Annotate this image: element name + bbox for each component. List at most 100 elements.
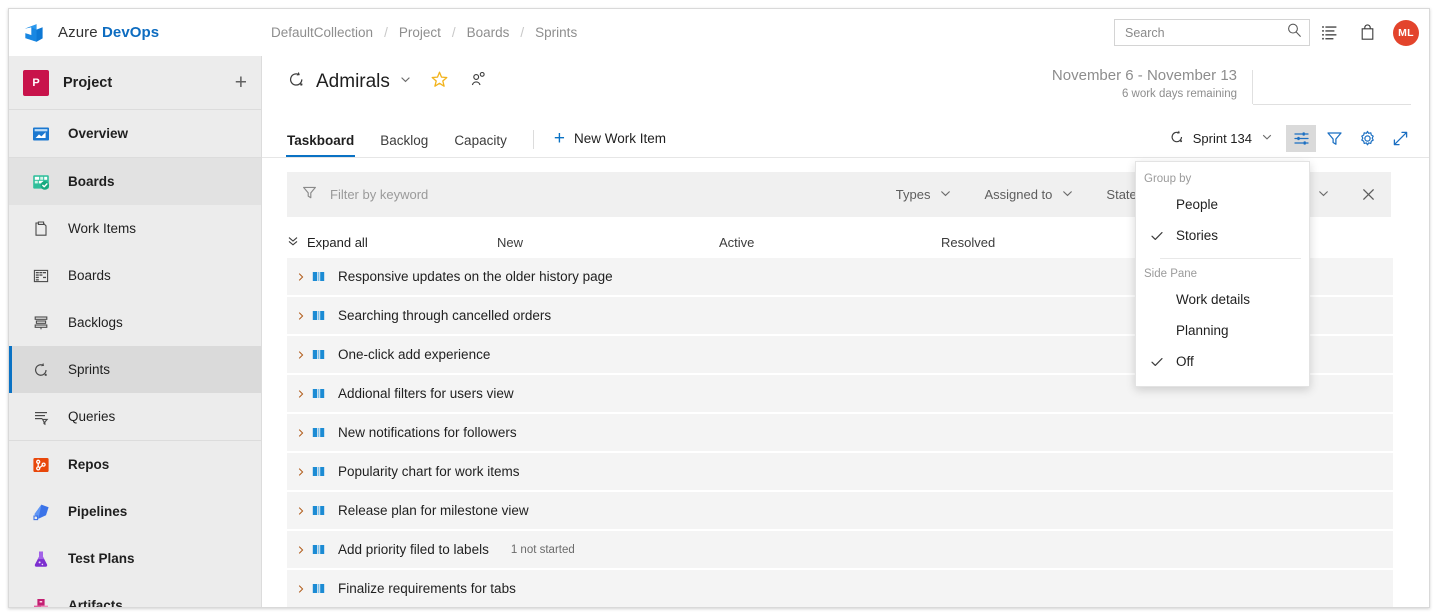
team-members-icon[interactable]	[469, 70, 488, 94]
menu-section-title: Side Pane	[1136, 265, 1309, 284]
expand-all-button[interactable]: Expand all	[287, 235, 497, 250]
sidebar-item-boards[interactable]: Boards	[9, 252, 261, 299]
tab-backlog[interactable]: Backlog	[380, 133, 428, 157]
table-row[interactable]: New notifications for followers	[287, 414, 1393, 451]
row-title: Finalize requirements for tabs	[338, 581, 516, 596]
chevron-right-icon[interactable]	[293, 545, 309, 555]
filter-dropdown-state[interactable]: State	[1106, 187, 1136, 202]
repos-icon	[30, 454, 52, 476]
chevron-down-icon	[939, 187, 952, 203]
table-row[interactable]: Finalize requirements for tabs	[287, 570, 1393, 607]
sidebar-item-repos[interactable]: Repos	[9, 441, 261, 488]
menu-item-label: Stories	[1176, 228, 1218, 243]
breadcrumb-item-collection[interactable]: DefaultCollection	[271, 25, 373, 40]
chevron-right-icon[interactable]	[293, 350, 309, 360]
filter-dropdown-types[interactable]: Types	[896, 187, 953, 203]
table-row[interactable]: Add priority filed to labels 1 not start…	[287, 531, 1393, 568]
fullscreen-icon[interactable]	[1385, 125, 1415, 152]
table-row[interactable]: Popularity chart for work items	[287, 453, 1393, 490]
search-icon[interactable]	[1286, 22, 1303, 44]
artifacts-icon	[30, 595, 52, 609]
breadcrumb-item-project[interactable]: Project	[399, 25, 441, 40]
work-items-icon	[30, 218, 52, 240]
user-story-icon	[311, 581, 326, 596]
avatar[interactable]: ML	[1393, 20, 1419, 46]
menu-item-stories[interactable]: Stories	[1136, 220, 1309, 251]
sidebar-item-test-plans[interactable]: Test Plans	[9, 535, 261, 582]
sidebar-item-label: Pipelines	[68, 504, 127, 519]
sprint-icon	[1169, 129, 1185, 148]
breadcrumb-item-sprints[interactable]: Sprints	[535, 25, 577, 40]
brand-suffix: DevOps	[102, 24, 159, 41]
sidebar-item-sprints[interactable]: Sprints	[9, 346, 261, 393]
new-work-item-label: New Work Item	[574, 131, 666, 146]
sidebar-item-artifacts[interactable]: Artifacts	[9, 582, 261, 608]
chevron-down-icon[interactable]	[399, 73, 412, 91]
user-story-icon	[311, 464, 326, 479]
shopping-bag-icon[interactable]	[1348, 14, 1386, 52]
chevron-right-icon[interactable]	[293, 311, 309, 321]
menu-item-label: Work details	[1176, 292, 1250, 307]
filter-dropdown-label: State	[1106, 187, 1136, 202]
star-icon[interactable]	[430, 70, 449, 94]
chevron-right-icon[interactable]	[293, 428, 309, 438]
user-story-icon	[311, 503, 326, 518]
page-title: Admirals	[316, 71, 390, 93]
boards-icon	[30, 171, 52, 193]
new-work-item-button[interactable]: + New Work Item	[554, 129, 666, 157]
chevron-right-icon[interactable]	[293, 389, 309, 399]
brand-home-link[interactable]: Azure DevOps	[9, 9, 262, 56]
sprint-title-row: Admirals	[287, 70, 488, 94]
user-story-icon	[311, 269, 326, 284]
table-row[interactable]: Release plan for milestone view	[287, 492, 1393, 529]
add-project-button[interactable]: +	[235, 72, 247, 93]
filter-dropdown-assigned-to[interactable]: Assigned to	[984, 187, 1074, 203]
breadcrumb-item-boards[interactable]: Boards	[467, 25, 510, 40]
sidebar-item-work-items[interactable]: Work Items	[9, 205, 261, 252]
chevron-right-icon[interactable]	[293, 506, 309, 516]
checkmark-icon	[1144, 355, 1170, 369]
tab-capacity[interactable]: Capacity	[454, 133, 507, 157]
chevron-right-icon[interactable]	[293, 467, 309, 477]
breadcrumb-separator: /	[520, 25, 524, 40]
sidebar-item-boards-group[interactable]: Boards	[9, 158, 261, 205]
chevron-down-icon	[1061, 187, 1074, 203]
column-header-new: New	[497, 235, 719, 250]
menu-item-off[interactable]: Off	[1136, 346, 1309, 377]
plus-icon: +	[554, 129, 565, 148]
close-icon[interactable]	[1360, 186, 1377, 203]
row-title: Release plan for milestone view	[338, 503, 529, 518]
sidebar-item-label: Queries	[68, 409, 115, 424]
sidebar-item-overview[interactable]: Overview	[9, 110, 261, 157]
search-input[interactable]: Search	[1114, 19, 1310, 46]
board-grid-icon	[30, 265, 52, 287]
global-topbar: Azure DevOps DefaultCollection / Project…	[9, 9, 1429, 57]
menu-item-label: Planning	[1176, 323, 1229, 338]
sidebar-project-row[interactable]: P Project +	[9, 56, 261, 110]
sprint-selector[interactable]: Sprint 134	[1169, 129, 1273, 148]
menu-item-planning[interactable]: Planning	[1136, 315, 1309, 346]
topbar-actions: Search	[1114, 9, 1419, 56]
sidebar-item-queries[interactable]: Queries	[9, 393, 261, 440]
queries-icon	[30, 406, 52, 428]
menu-item-work-details[interactable]: Work details	[1136, 284, 1309, 315]
menu-item-people[interactable]: People	[1136, 189, 1309, 220]
filter-icon[interactable]	[1319, 125, 1349, 152]
user-story-icon	[311, 425, 326, 440]
brand-prefix: Azure	[58, 24, 102, 41]
chevron-right-icon[interactable]	[293, 584, 309, 594]
filter-dropdown-label: Types	[896, 187, 931, 202]
sprint-icon	[287, 70, 306, 94]
sidebar-item-backlogs[interactable]: Backlogs	[9, 299, 261, 346]
view-options-icon[interactable]	[1286, 125, 1316, 152]
chevron-right-icon[interactable]	[293, 272, 309, 282]
sidebar: P Project + Overview	[9, 56, 262, 607]
double-chevron-down-icon	[287, 235, 299, 250]
filter-keyword-input[interactable]: Filter by keyword	[301, 184, 864, 206]
list-icon[interactable]	[1310, 14, 1348, 52]
sprint-header: Admirals	[262, 56, 1429, 119]
screenshot-root: Azure DevOps DefaultCollection / Project…	[0, 0, 1438, 615]
settings-gear-icon[interactable]	[1352, 125, 1382, 152]
tab-taskboard[interactable]: Taskboard	[287, 133, 354, 157]
sidebar-item-pipelines[interactable]: Pipelines	[9, 488, 261, 535]
